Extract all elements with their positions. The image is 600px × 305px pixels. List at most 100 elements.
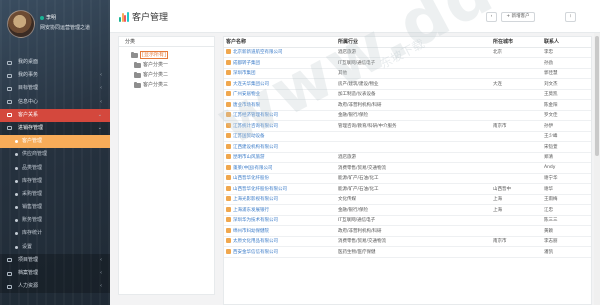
table-row[interactable]: 山西晋华化纤股份有限公司 能源/矿产/石油/化工 山西晋中 谢华 xyxy=(224,183,591,195)
customer-name[interactable]: 昆明市山风旅游 xyxy=(233,155,265,160)
table-row[interactable]: 北京新新道航空有限公司 酒店旅游 北京 李忠 xyxy=(224,47,591,58)
customer-name[interactable]: 江苏经济管理有限公司 xyxy=(233,113,278,118)
customer-name-cell[interactable]: 江苏国贸动设备 xyxy=(224,131,336,142)
customer-name-cell[interactable]: 昆明市山风旅游 xyxy=(224,152,336,163)
table-row[interactable]: 绵州市妇幼保健院 政府/非营利机构/科研 黄颖 xyxy=(224,225,591,237)
table-row[interactable]: 唐业市场有限 政府/非营利机构/科研 陈金阳 xyxy=(224,99,591,111)
sidebar-item-4[interactable]: 客户关系 ⌄ xyxy=(0,108,110,122)
sidebar-item-14[interactable]: 设置 xyxy=(0,241,110,254)
customer-name[interactable]: 上海光影影视有限公司 xyxy=(233,197,278,202)
category-item[interactable]: 客户分类一 xyxy=(134,60,214,70)
table-row[interactable]: 山西晋华化纤股份 能源/矿产/石油/化工 谢宁华 xyxy=(224,173,591,184)
avatar[interactable] xyxy=(7,10,35,38)
table-row[interactable]: 大连天华集团公司 房产/建筑/建设/物业 大连 刘文杰 xyxy=(224,78,591,90)
table-row[interactable]: 深圳华为技术有限公司 IT互联网/通信电子 陈三三 xyxy=(224,215,591,226)
table-row[interactable]: 广州安居物业 加工制造/仪表设备 王莫凯 xyxy=(224,89,591,100)
customer-name-cell[interactable]: 江苏统计咨询有限公司 xyxy=(224,120,336,132)
column-header[interactable]: 所在城市 xyxy=(491,37,542,48)
customer-name[interactable]: 深圳华为技术有限公司 xyxy=(233,218,278,223)
customer-icon xyxy=(226,227,231,233)
sidebar-item-2[interactable]: 目标管理 ‹ xyxy=(0,82,110,95)
table-row[interactable]: 江苏经济管理有限公司 金融/银行/保险 罗文佳 xyxy=(224,110,591,121)
sidebar-item-10[interactable]: 采购管理 xyxy=(0,188,110,201)
sidebar-item-11[interactable]: 销售管理 xyxy=(0,201,110,214)
category-item[interactable]: [显示所有] xyxy=(131,50,214,60)
customer-name-cell[interactable]: 上海浦东发展银行 xyxy=(224,204,336,216)
customer-name-cell[interactable]: 北京新新道航空有限公司 xyxy=(224,47,336,58)
table-row[interactable]: 深圳市集团 其他 郭佳慧 xyxy=(224,68,591,79)
column-header[interactable]: 所属行业 xyxy=(336,37,491,48)
customer-name-cell[interactable]: 山西晋华化纤股份有限公司 xyxy=(224,183,336,195)
customer-name-cell[interactable]: 深圳市集团 xyxy=(224,68,336,79)
customer-name-cell[interactable]: 山西晋华化纤股份 xyxy=(224,173,336,184)
customer-name[interactable]: 唐业市场有限 xyxy=(233,103,260,108)
customer-name-cell[interactable]: 西安金华信信有限公司 xyxy=(224,246,336,258)
customer-name[interactable]: 山西晋华化纤股份 xyxy=(233,176,269,181)
table-row[interactable]: 江苏国贸动设备 王少峰 xyxy=(224,131,591,142)
customer-name[interactable]: 成都转子集团 xyxy=(233,61,260,66)
customer-name[interactable]: 北京新新道航空有限公司 xyxy=(233,50,283,55)
customer-name-cell[interactable]: 江西建设机构有限公司 xyxy=(224,141,336,153)
sidebar-item-13[interactable]: 库存统计 xyxy=(0,227,110,240)
customer-name[interactable]: 广州安居物业 xyxy=(233,92,260,97)
customer-name-cell[interactable]: 大连天华集团公司 xyxy=(224,78,336,90)
sidebar-item-15[interactable]: 项目管理 ‹ xyxy=(0,253,110,267)
table-cell: 陈金阳 xyxy=(542,99,591,111)
table-row[interactable]: 昆明市山风旅游 酒店旅游 郑清 xyxy=(224,152,591,163)
table-row[interactable]: 江西建设机构有限公司 宋铠萱 xyxy=(224,141,591,153)
customer-icon xyxy=(226,248,231,254)
table-row[interactable]: 成都转子集团 IT互联网/通信电子 孙劲 xyxy=(224,57,591,69)
sidebar-item-0[interactable]: 我的桌面 xyxy=(0,56,110,69)
customer-name[interactable]: 山西晋华化纤股份有限公司 xyxy=(233,187,287,192)
category-item[interactable]: 客户分类三 xyxy=(134,80,214,90)
sidebar-item-5[interactable]: 进销存管理 ⌄ xyxy=(0,121,110,136)
sidebar-item-7[interactable]: 供应商管理 xyxy=(0,148,110,161)
customer-name-cell[interactable]: 成都转子集团 xyxy=(224,57,336,69)
customer-name-cell[interactable]: 绵州市妇幼保健院 xyxy=(224,225,336,237)
customer-name-cell[interactable]: 广州安居物业 xyxy=(224,89,336,100)
sidebar-item-16[interactable]: 档案管理 ‹ xyxy=(0,267,110,281)
sidebar-item-3[interactable]: 信息中心 ‹ xyxy=(0,96,110,109)
table-cell xyxy=(336,141,491,153)
customer-name-cell[interactable]: 上海光影影视有限公司 xyxy=(224,194,336,205)
customer-name[interactable]: 西安金华信信有限公司 xyxy=(233,250,278,255)
customer-name-cell[interactable]: 蓬莱(中国)有限公司 xyxy=(224,162,336,174)
customer-name[interactable]: 太原文化用品有限公司 xyxy=(233,239,278,244)
table-row[interactable]: 上海浦东发展银行 金融/银行/保险 上海 江忠 xyxy=(224,204,591,216)
sidebar-item-1[interactable]: 我的事务 ‹ xyxy=(0,69,110,82)
sidebar-item-17[interactable]: 人力资源 ‹ xyxy=(0,280,110,294)
table-row[interactable]: 江苏统计咨询有限公司 管理咨询/教育/科研/中介服务 南京市 孙伊 xyxy=(224,120,591,132)
table-row[interactable]: 西安金华信信有限公司 医药生物/医疗保健 潘凯 xyxy=(224,246,591,258)
customer-name[interactable]: 大连天华集团公司 xyxy=(233,82,269,87)
table-cell: IT互联网/通信电子 xyxy=(336,215,491,226)
back-button[interactable]: ‹ xyxy=(486,12,497,22)
customer-name[interactable]: 江苏国贸动设备 xyxy=(233,134,265,139)
table-row[interactable]: 蓬莱(中国)有限公司 消费零售/贸易/交通物流 Andy xyxy=(224,162,591,174)
customer-name[interactable]: 江西建设机构有限公司 xyxy=(233,145,278,150)
customer-name[interactable]: 绵州市妇幼保健院 xyxy=(233,229,269,234)
sidebar-item-8[interactable]: 品类管理 xyxy=(0,162,110,175)
customer-name[interactable]: 上海浦东发展银行 xyxy=(233,208,269,213)
column-header[interactable]: 客户名称 xyxy=(224,37,336,48)
column-header[interactable]: 联系人 xyxy=(542,37,591,48)
sidebar-item-12[interactable]: 账务管理 xyxy=(0,214,110,227)
category-label: 客户分类一 xyxy=(143,62,169,68)
sidebar-item-9[interactable]: 库存管理 xyxy=(0,175,110,188)
table-row[interactable]: 太原文化用品有限公司 消费零售/贸易/交通物流 南京市 李志丽 xyxy=(224,236,591,247)
customer-icon xyxy=(226,59,231,65)
customer-name[interactable]: 深圳市集团 xyxy=(233,71,256,76)
vertical-scrollbar[interactable] xyxy=(594,33,600,305)
category-item[interactable]: 客户分类二 xyxy=(134,70,214,80)
customer-name-cell[interactable]: 深圳华为技术有限公司 xyxy=(224,215,336,226)
add-customer-button[interactable]: + 新增客户 xyxy=(501,12,535,22)
sidebar-item-6[interactable]: 客户管理 xyxy=(0,135,110,149)
customer-name[interactable]: 蓬莱(中国)有限公司 xyxy=(233,166,273,171)
table-row[interactable]: 上海光影影视有限公司 文化传媒 上海 王雨梅 xyxy=(224,194,591,205)
customer-name-cell[interactable]: 唐业市场有限 xyxy=(224,99,336,111)
customer-name-cell[interactable]: 太原文化用品有限公司 xyxy=(224,236,336,247)
more-button[interactable]: ⁝ xyxy=(565,12,576,22)
customer-name[interactable]: 江苏统计咨询有限公司 xyxy=(233,124,278,129)
scrollbar-thumb[interactable] xyxy=(595,36,599,156)
customer-name-cell[interactable]: 江苏经济管理有限公司 xyxy=(224,110,336,121)
category-label: 客户分类二 xyxy=(143,72,169,78)
